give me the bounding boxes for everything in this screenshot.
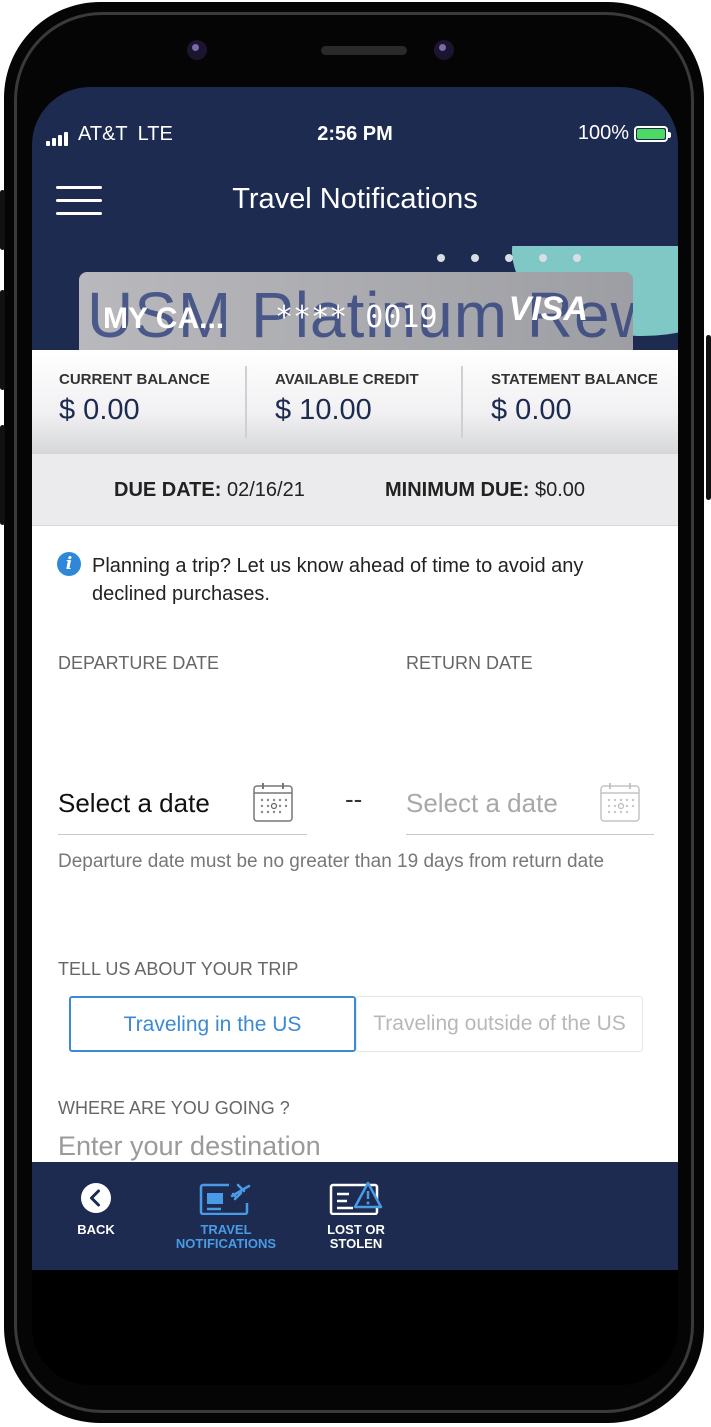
top-bar: AT&T LTE 2:56 PM 100% Travel Notificatio…: [32, 87, 678, 246]
departure-label: DEPARTURE DATE: [58, 653, 220, 673]
calendar-icon[interactable]: [253, 782, 293, 822]
traveling-outside-us-option[interactable]: Traveling outside of the US: [356, 996, 643, 1052]
return-date-field[interactable]: Select a date: [406, 776, 654, 835]
date-hint: Departure date must be no greater than 1…: [58, 851, 605, 872]
speaker-grille: [321, 46, 407, 55]
volume-down-button: [0, 425, 5, 525]
balances-panel: CURRENT BALANCE $ 0.00 AVAILABLE CREDIT …: [32, 350, 678, 454]
calendar-icon[interactable]: [600, 782, 640, 822]
front-camera-icon: [187, 40, 207, 60]
minimum-due-value: $0.00: [535, 479, 586, 501]
mute-switch: [0, 190, 5, 250]
card-plane-icon: [199, 1181, 251, 1215]
travel-form: i Planning a trip? Let us know ahead of …: [32, 526, 678, 1186]
carousel-dot[interactable]: [539, 254, 547, 262]
back-chevron-icon: [81, 1183, 111, 1213]
balance-value: $ 0.00: [59, 394, 140, 426]
departure-date-field[interactable]: Select a date: [58, 776, 307, 835]
trip-type-toggle: Traveling in the US Traveling outside of…: [69, 996, 643, 1052]
battery-percent: 100%: [577, 122, 629, 144]
volume-up-button: [0, 290, 5, 390]
destination-label: WHERE ARE YOU GOING ?: [58, 1098, 290, 1118]
credit-card[interactable]: USM Platinum Rew MY CA... **** 0019 VISA: [79, 272, 633, 350]
battery-icon: [634, 125, 671, 142]
card-warning-icon: [329, 1181, 383, 1215]
return-label: RETURN DATE: [406, 653, 533, 673]
info-icon: i: [57, 552, 81, 576]
tab-lost-or-stolen[interactable]: LOST OR STOLEN: [304, 1162, 408, 1270]
balance-label: CURRENT BALANCE: [59, 371, 210, 388]
visa-logo: VISA: [508, 290, 588, 328]
card-number: **** 0019: [275, 300, 438, 335]
bottom-tab-bar: BACK TRAVEL NOTIFICATIONS LOST OR STOLEN: [32, 1162, 678, 1270]
info-text: Planning a trip? Let us know ahead of ti…: [92, 555, 584, 605]
balance-label: STATEMENT BALANCE: [491, 371, 658, 388]
due-bar: DUE DATE: 02/16/21 MINIMUM DUE: $0.00: [32, 454, 678, 526]
power-button: [706, 335, 711, 500]
departure-date-text: Select a date: [58, 788, 210, 818]
minimum-due-label: MINIMUM DUE:: [385, 479, 530, 501]
return-date-text: Select a date: [406, 788, 558, 818]
divider: [245, 366, 247, 438]
due-date-label: DUE DATE:: [114, 479, 222, 501]
battery-status: 100%: [577, 122, 671, 145]
trip-label: TELL US ABOUT YOUR TRIP: [58, 959, 299, 979]
balance-label: AVAILABLE CREDIT: [275, 371, 419, 388]
divider: [461, 366, 463, 438]
sensor-icon: [434, 40, 454, 60]
date-separator: --: [345, 784, 363, 814]
card-name: MY CA...: [103, 302, 225, 335]
destination-input[interactable]: [58, 1131, 654, 1162]
tab-travel-notifications[interactable]: TRAVEL NOTIFICATIONS: [164, 1162, 288, 1270]
page-title: Travel Notifications: [232, 183, 478, 215]
traveling-us-option[interactable]: Traveling in the US: [69, 996, 356, 1052]
due-date: DUE DATE: 02/16/21: [114, 479, 305, 502]
card-carousel[interactable]: USM Platinum Rew MY CA... **** 0019 VISA: [32, 246, 678, 350]
balance-value: $ 0.00: [491, 394, 572, 426]
carousel-dot[interactable]: [505, 254, 513, 262]
tab-back[interactable]: BACK: [56, 1162, 136, 1270]
status-bar: AT&T LTE 2:56 PM 100%: [32, 120, 678, 148]
carousel-dot[interactable]: [471, 254, 479, 262]
carousel-dot[interactable]: [437, 254, 445, 262]
carousel-dots: [437, 254, 581, 262]
due-date-value: 02/16/21: [226, 479, 305, 501]
carousel-dot[interactable]: [573, 254, 581, 262]
tab-travel-label: TRAVEL NOTIFICATIONS: [175, 1222, 277, 1251]
tab-lost-label: LOST OR STOLEN: [327, 1222, 385, 1251]
minimum-due: MINIMUM DUE: $0.00: [385, 479, 585, 502]
app-screen: AT&T LTE 2:56 PM 100% Travel Notificatio…: [32, 87, 678, 1385]
balance-value: $ 10.00: [275, 394, 372, 426]
tab-back-label: BACK: [77, 1222, 115, 1237]
